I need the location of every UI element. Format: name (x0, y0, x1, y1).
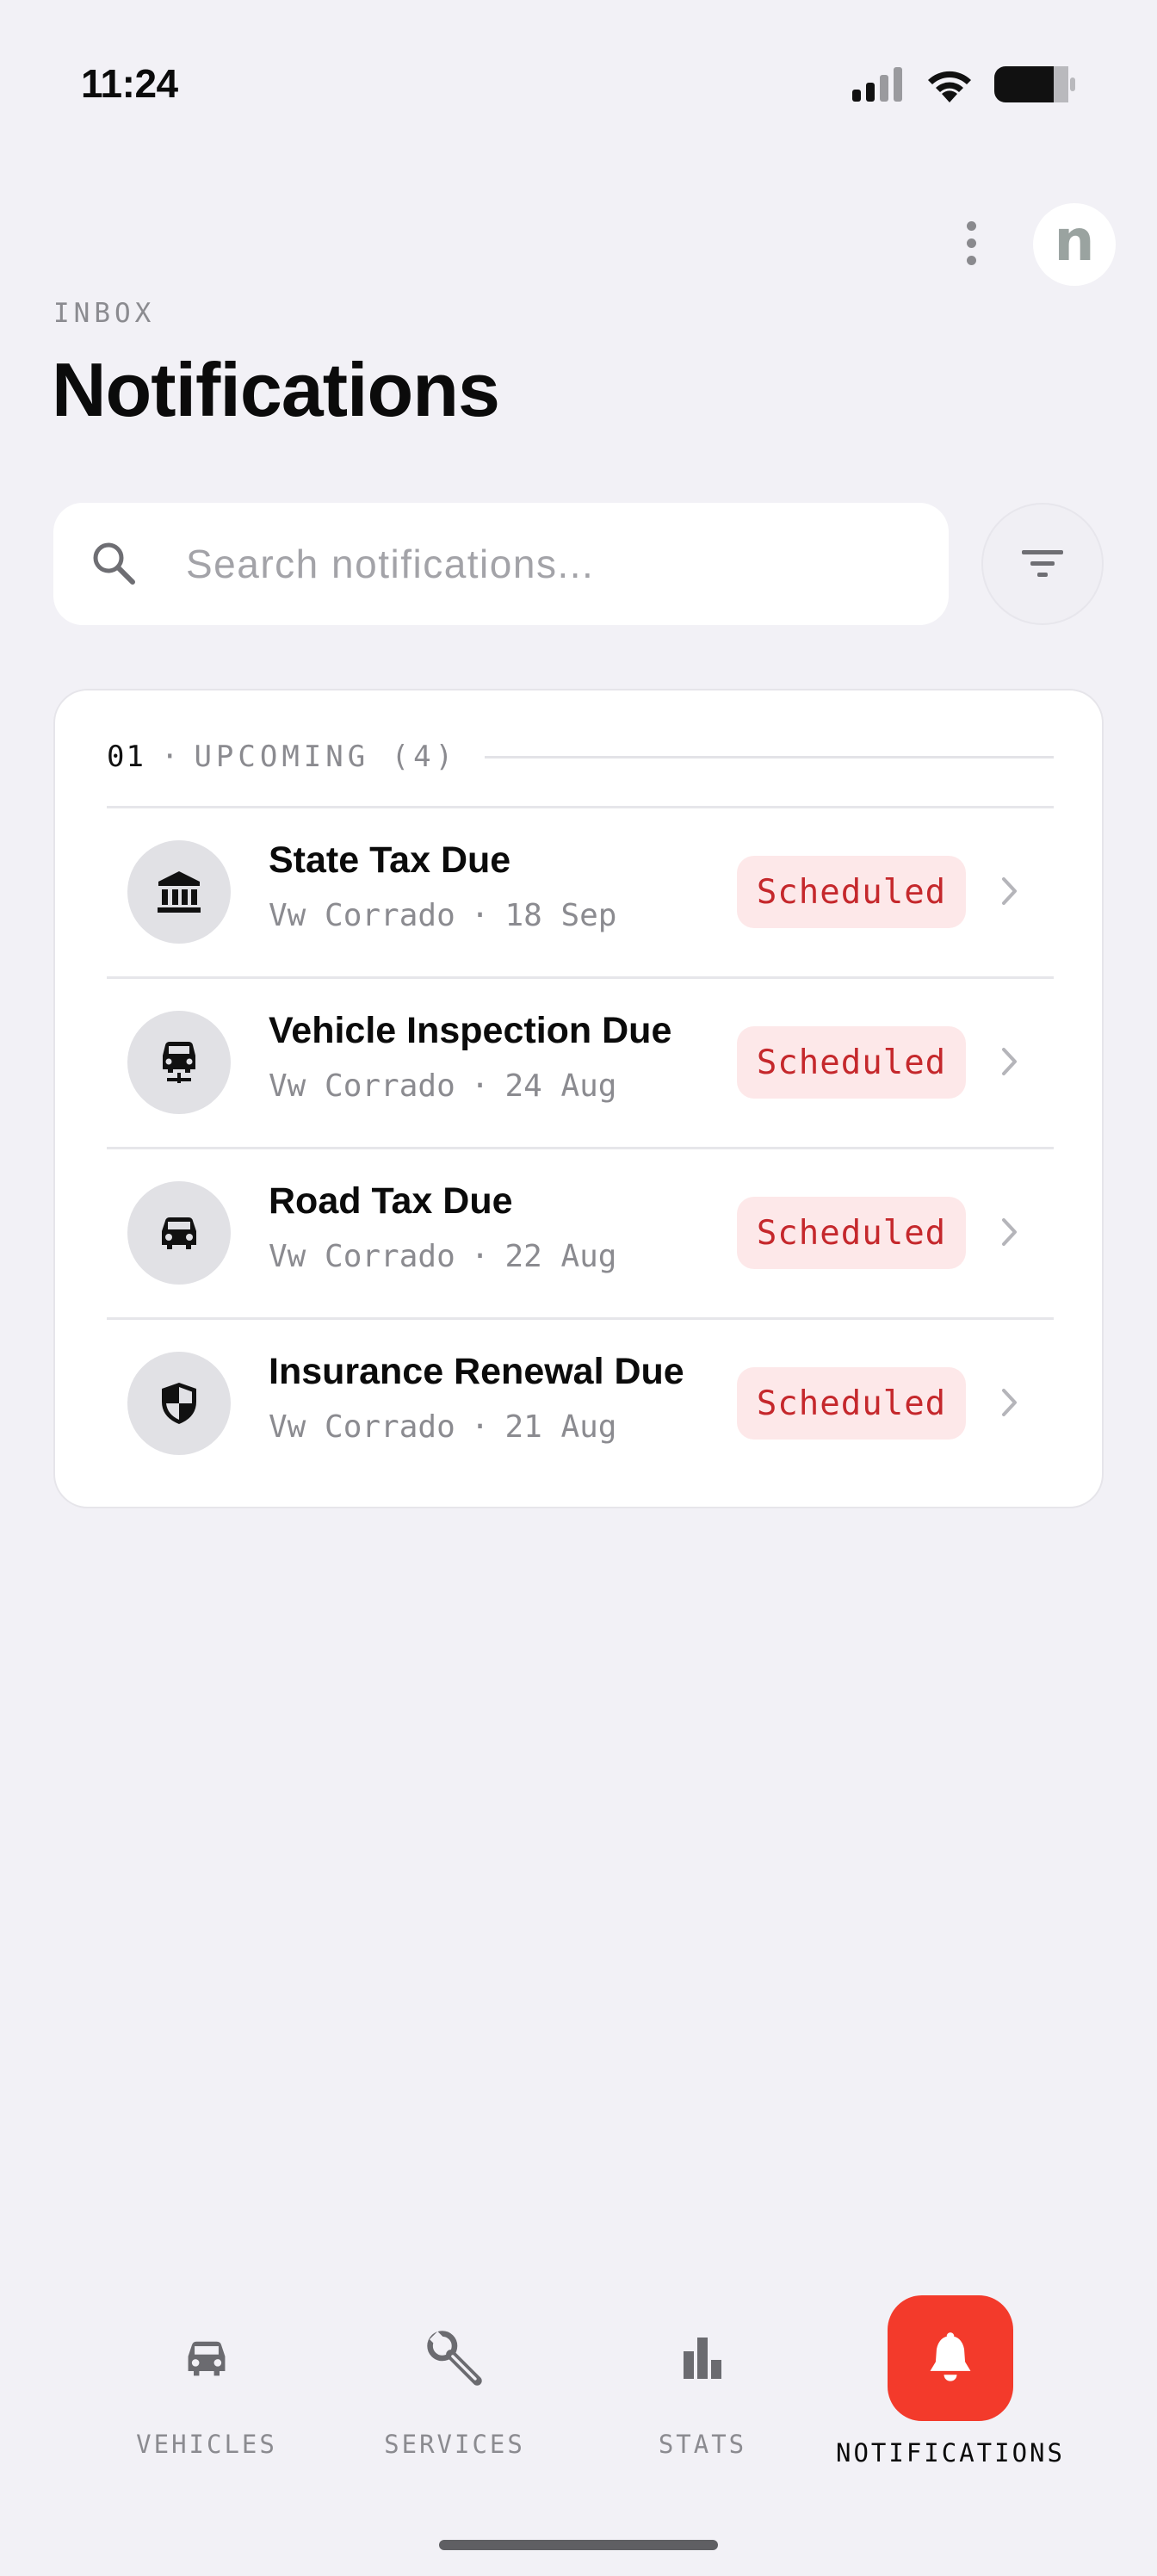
notification-row[interactable]: State Tax Due Vw Corrado · 18 Sep Schedu… (107, 806, 1054, 976)
status-time: 11:24 (81, 61, 178, 106)
notification-meta: Vw Corrado · 18 Sep (269, 898, 616, 933)
notification-list: State Tax Due Vw Corrado · 18 Sep Schedu… (107, 806, 1054, 1488)
notification-date: 18 Sep (504, 898, 617, 933)
page-title: Notifications (52, 347, 500, 432)
status-badge-label: Scheduled (756, 1213, 947, 1253)
nav-item-vehicles[interactable]: VEHICLES (82, 2295, 331, 2459)
nav-active-indicator (888, 2295, 1013, 2421)
filter-button[interactable] (981, 503, 1104, 625)
chevron-right-icon (1002, 877, 1017, 905)
notifications-card: 01 · UPCOMING (4) State Tax Due Vw Corra… (53, 689, 1104, 1508)
notification-date: 24 Aug (504, 1068, 617, 1104)
bank-icon (127, 840, 231, 944)
status-badge-label: Scheduled (756, 1384, 947, 1423)
notification-row[interactable]: Insurance Renewal Due Vw Corrado · 21 Au… (107, 1317, 1054, 1488)
page-eyebrow: INBOX (53, 298, 156, 329)
notification-vehicle: Vw Corrado (269, 1068, 455, 1104)
more-dot-icon (966, 238, 976, 248)
status-badge: Scheduled (737, 1197, 966, 1269)
avatar-letter: n (1054, 207, 1095, 274)
wrench-icon (424, 2295, 485, 2421)
search-input[interactable] (186, 532, 926, 596)
notification-date: 21 Aug (504, 1409, 617, 1445)
battery-icon (994, 66, 1075, 102)
notification-meta: Vw Corrado · 22 Aug (269, 1239, 616, 1274)
notification-title: Insurance Renewal Due (269, 1351, 684, 1392)
notification-vehicle: Vw Corrado (269, 1409, 455, 1445)
notification-title: Road Tax Due (269, 1180, 513, 1222)
more-options-button[interactable] (956, 215, 987, 270)
meta-separator: · (470, 898, 490, 933)
nav-label-services: SERVICES (384, 2430, 525, 2459)
status-badge-label: Scheduled (756, 872, 947, 912)
nav-label-notifications: NOTIFICATIONS (836, 2438, 1065, 2468)
meta-separator: · (470, 1239, 490, 1274)
notification-row[interactable]: Vehicle Inspection Due Vw Corrado · 24 A… (107, 976, 1054, 1147)
notification-date: 22 Aug (504, 1239, 617, 1274)
section-header: 01 · UPCOMING (4) (107, 735, 1054, 778)
nav-item-notifications[interactable]: NOTIFICATIONS (826, 2295, 1075, 2468)
section-number: 01 (107, 740, 145, 774)
status-icons (852, 65, 1076, 103)
search-bar[interactable] (53, 503, 949, 625)
signal-icon (852, 67, 902, 102)
notification-title: Vehicle Inspection Due (269, 1010, 672, 1051)
avatar[interactable]: n (1033, 203, 1116, 286)
home-indicator (439, 2540, 718, 2550)
car-icon (127, 1181, 231, 1285)
car-icon (179, 2295, 234, 2421)
more-dot-icon (966, 220, 976, 231)
notification-vehicle: Vw Corrado (269, 1239, 455, 1274)
notification-meta: Vw Corrado · 24 Aug (269, 1068, 616, 1104)
bar-chart-icon (678, 2295, 727, 2421)
bell-icon (888, 2295, 1013, 2421)
status-badge: Scheduled (737, 856, 966, 928)
section-divider (485, 755, 1054, 759)
status-badge: Scheduled (737, 1367, 966, 1440)
nav-label-vehicles: VEHICLES (136, 2430, 277, 2459)
status-badge: Scheduled (737, 1026, 966, 1099)
notification-vehicle: Vw Corrado (269, 898, 455, 933)
nav-label-stats: STATS (658, 2430, 747, 2459)
meta-separator: · (470, 1068, 490, 1104)
nav-item-stats[interactable]: STATS (578, 2295, 827, 2459)
notification-title: State Tax Due (269, 839, 511, 881)
nav-item-services[interactable]: SERVICES (330, 2295, 579, 2459)
meta-separator: · (470, 1409, 490, 1445)
shield-icon (127, 1352, 231, 1455)
chevron-right-icon (1002, 1048, 1017, 1075)
status-badge-label: Scheduled (756, 1043, 947, 1082)
notification-meta: Vw Corrado · 21 Aug (269, 1409, 616, 1445)
filter-icon (1022, 550, 1063, 577)
search-icon (93, 542, 135, 585)
chevron-right-icon (1002, 1389, 1017, 1416)
bottom-navigation: VEHICLES SERVICES STATS NOTIFICATIONS (0, 2273, 1157, 2576)
section-label: UPCOMING (4) (194, 740, 458, 774)
section-separator: · (160, 740, 179, 774)
car-inspection-icon (127, 1011, 231, 1114)
wifi-icon (928, 71, 971, 102)
more-dot-icon (966, 255, 976, 265)
chevron-right-icon (1002, 1218, 1017, 1246)
notification-row[interactable]: Road Tax Due Vw Corrado · 22 Aug Schedul… (107, 1147, 1054, 1317)
